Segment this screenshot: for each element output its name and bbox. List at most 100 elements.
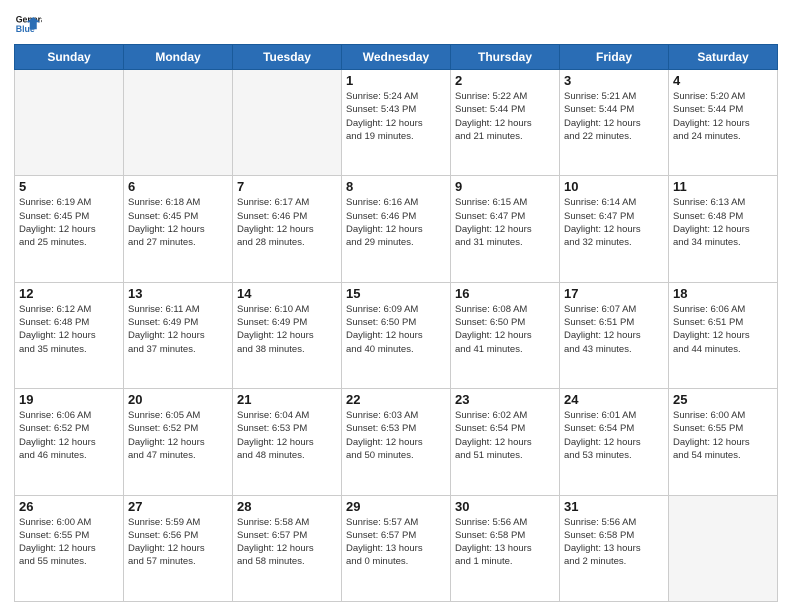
- day-number: 11: [673, 179, 773, 194]
- calendar-cell: 29Sunrise: 5:57 AM Sunset: 6:57 PM Dayli…: [342, 495, 451, 601]
- day-info: Sunrise: 5:57 AM Sunset: 6:57 PM Dayligh…: [346, 516, 446, 569]
- calendar-cell: 1 Sunrise: 5:24 AM Sunset: 5:43 PM Daylig…: [342, 70, 451, 176]
- week-row-2: 5 Sunrise: 6:19 AM Sunset: 6:45 PM Daylig…: [15, 176, 778, 282]
- day-info: Sunrise: 5:58 AM Sunset: 6:57 PM Dayligh…: [237, 516, 337, 569]
- day-info: Sunrise: 6:08 AM Sunset: 6:50 PM Dayligh…: [455, 303, 555, 356]
- calendar-cell: 16 Sunrise: 6:08 AM Sunset: 6:50 PM Dayli…: [451, 282, 560, 388]
- calendar-cell: 20 Sunrise: 6:05 AM Sunset: 6:52 PM Dayli…: [124, 389, 233, 495]
- day-number: 14: [237, 286, 337, 301]
- day-header-friday: Friday: [560, 45, 669, 70]
- day-number: 12: [19, 286, 119, 301]
- day-number: 10: [564, 179, 664, 194]
- day-number: 24: [564, 392, 664, 407]
- day-info: Sunrise: 6:19 AM Sunset: 6:45 PM Dayligh…: [19, 196, 119, 249]
- calendar-cell: 21 Sunrise: 6:04 AM Sunset: 6:53 PM Dayli…: [233, 389, 342, 495]
- day-number: 7: [237, 179, 337, 194]
- day-info: Sunrise: 6:11 AM Sunset: 6:49 PM Dayligh…: [128, 303, 228, 356]
- day-info: Sunrise: 6:05 AM Sunset: 6:52 PM Dayligh…: [128, 409, 228, 462]
- day-info: Sunrise: 5:22 AM Sunset: 5:44 PM Dayligh…: [455, 90, 555, 143]
- day-header-thursday: Thursday: [451, 45, 560, 70]
- day-header-saturday: Saturday: [669, 45, 778, 70]
- calendar-cell: 23 Sunrise: 6:02 AM Sunset: 6:54 PM Dayli…: [451, 389, 560, 495]
- day-number: 27: [128, 499, 228, 514]
- calendar-cell: 22 Sunrise: 6:03 AM Sunset: 6:53 PM Dayli…: [342, 389, 451, 495]
- week-row-1: 1 Sunrise: 5:24 AM Sunset: 5:43 PM Daylig…: [15, 70, 778, 176]
- calendar-cell: 9Sunrise: 6:15 AM Sunset: 6:47 PM Daylig…: [451, 176, 560, 282]
- day-number: 16: [455, 286, 555, 301]
- day-number: 28: [237, 499, 337, 514]
- calendar-cell: 24 Sunrise: 6:01 AM Sunset: 6:54 PM Dayli…: [560, 389, 669, 495]
- calendar-cell: 30 Sunrise: 5:56 AM Sunset: 6:58 PM Dayli…: [451, 495, 560, 601]
- day-number: 31: [564, 499, 664, 514]
- calendar-cell: 15 Sunrise: 6:09 AM Sunset: 6:50 PM Dayli…: [342, 282, 451, 388]
- day-number: 15: [346, 286, 446, 301]
- day-number: 17: [564, 286, 664, 301]
- page: General Blue SundayMondayTuesdayWednesda…: [0, 0, 792, 612]
- day-info: Sunrise: 5:59 AM Sunset: 6:56 PM Dayligh…: [128, 516, 228, 569]
- day-number: 23: [455, 392, 555, 407]
- week-row-5: 26 Sunrise: 6:00 AM Sunset: 6:55 PM Dayli…: [15, 495, 778, 601]
- day-header-tuesday: Tuesday: [233, 45, 342, 70]
- calendar-cell: 17 Sunrise: 6:07 AM Sunset: 6:51 PM Dayli…: [560, 282, 669, 388]
- calendar-cell: [124, 70, 233, 176]
- day-number: 13: [128, 286, 228, 301]
- day-number: 30: [455, 499, 555, 514]
- header: General Blue: [14, 10, 778, 38]
- day-info: Sunrise: 6:15 AM Sunset: 6:47 PM Dayligh…: [455, 196, 555, 249]
- calendar-cell: 27 Sunrise: 5:59 AM Sunset: 6:56 PM Dayli…: [124, 495, 233, 601]
- day-info: Sunrise: 5:21 AM Sunset: 5:44 PM Dayligh…: [564, 90, 664, 143]
- day-info: Sunrise: 6:04 AM Sunset: 6:53 PM Dayligh…: [237, 409, 337, 462]
- calendar-cell: 10 Sunrise: 6:14 AM Sunset: 6:47 PM Dayli…: [560, 176, 669, 282]
- calendar-cell: 25 Sunrise: 6:00 AM Sunset: 6:55 PM Dayli…: [669, 389, 778, 495]
- calendar: SundayMondayTuesdayWednesdayThursdayFrid…: [14, 44, 778, 602]
- day-info: Sunrise: 6:03 AM Sunset: 6:53 PM Dayligh…: [346, 409, 446, 462]
- calendar-cell: 8Sunrise: 6:16 AM Sunset: 6:46 PM Daylig…: [342, 176, 451, 282]
- day-info: Sunrise: 5:56 AM Sunset: 6:58 PM Dayligh…: [564, 516, 664, 569]
- day-number: 1: [346, 73, 446, 88]
- day-info: Sunrise: 6:13 AM Sunset: 6:48 PM Dayligh…: [673, 196, 773, 249]
- day-number: 19: [19, 392, 119, 407]
- calendar-cell: 3 Sunrise: 5:21 AM Sunset: 5:44 PM Daylig…: [560, 70, 669, 176]
- svg-text:General: General: [16, 14, 42, 24]
- day-number: 4: [673, 73, 773, 88]
- day-info: Sunrise: 5:20 AM Sunset: 5:44 PM Dayligh…: [673, 90, 773, 143]
- day-info: Sunrise: 6:02 AM Sunset: 6:54 PM Dayligh…: [455, 409, 555, 462]
- calendar-body: 1 Sunrise: 5:24 AM Sunset: 5:43 PM Daylig…: [15, 70, 778, 602]
- calendar-cell: [669, 495, 778, 601]
- day-info: Sunrise: 6:06 AM Sunset: 6:52 PM Dayligh…: [19, 409, 119, 462]
- day-number: 5: [19, 179, 119, 194]
- day-info: Sunrise: 6:00 AM Sunset: 6:55 PM Dayligh…: [19, 516, 119, 569]
- day-info: Sunrise: 6:07 AM Sunset: 6:51 PM Dayligh…: [564, 303, 664, 356]
- day-number: 3: [564, 73, 664, 88]
- days-header-row: SundayMondayTuesdayWednesdayThursdayFrid…: [15, 45, 778, 70]
- calendar-cell: 2Sunrise: 5:22 AM Sunset: 5:44 PM Daylig…: [451, 70, 560, 176]
- day-info: Sunrise: 6:18 AM Sunset: 6:45 PM Dayligh…: [128, 196, 228, 249]
- day-number: 8: [346, 179, 446, 194]
- day-info: Sunrise: 6:06 AM Sunset: 6:51 PM Dayligh…: [673, 303, 773, 356]
- day-number: 26: [19, 499, 119, 514]
- day-info: Sunrise: 6:12 AM Sunset: 6:48 PM Dayligh…: [19, 303, 119, 356]
- calendar-cell: 26 Sunrise: 6:00 AM Sunset: 6:55 PM Dayli…: [15, 495, 124, 601]
- day-info: Sunrise: 6:17 AM Sunset: 6:46 PM Dayligh…: [237, 196, 337, 249]
- day-number: 18: [673, 286, 773, 301]
- day-info: Sunrise: 6:01 AM Sunset: 6:54 PM Dayligh…: [564, 409, 664, 462]
- day-info: Sunrise: 6:00 AM Sunset: 6:55 PM Dayligh…: [673, 409, 773, 462]
- day-header-monday: Monday: [124, 45, 233, 70]
- calendar-cell: 11 Sunrise: 6:13 AM Sunset: 6:48 PM Dayli…: [669, 176, 778, 282]
- day-number: 25: [673, 392, 773, 407]
- day-info: Sunrise: 5:56 AM Sunset: 6:58 PM Dayligh…: [455, 516, 555, 569]
- day-info: Sunrise: 5:24 AM Sunset: 5:43 PM Dayligh…: [346, 90, 446, 143]
- week-row-4: 19 Sunrise: 6:06 AM Sunset: 6:52 PM Dayli…: [15, 389, 778, 495]
- day-number: 20: [128, 392, 228, 407]
- calendar-cell: 7 Sunrise: 6:17 AM Sunset: 6:46 PM Daylig…: [233, 176, 342, 282]
- day-info: Sunrise: 6:09 AM Sunset: 6:50 PM Dayligh…: [346, 303, 446, 356]
- day-number: 22: [346, 392, 446, 407]
- day-info: Sunrise: 6:10 AM Sunset: 6:49 PM Dayligh…: [237, 303, 337, 356]
- day-info: Sunrise: 6:14 AM Sunset: 6:47 PM Dayligh…: [564, 196, 664, 249]
- calendar-cell: 4 Sunrise: 5:20 AM Sunset: 5:44 PM Daylig…: [669, 70, 778, 176]
- calendar-cell: 5 Sunrise: 6:19 AM Sunset: 6:45 PM Daylig…: [15, 176, 124, 282]
- day-number: 21: [237, 392, 337, 407]
- day-header-sunday: Sunday: [15, 45, 124, 70]
- logo: General Blue: [14, 10, 42, 38]
- day-header-wednesday: Wednesday: [342, 45, 451, 70]
